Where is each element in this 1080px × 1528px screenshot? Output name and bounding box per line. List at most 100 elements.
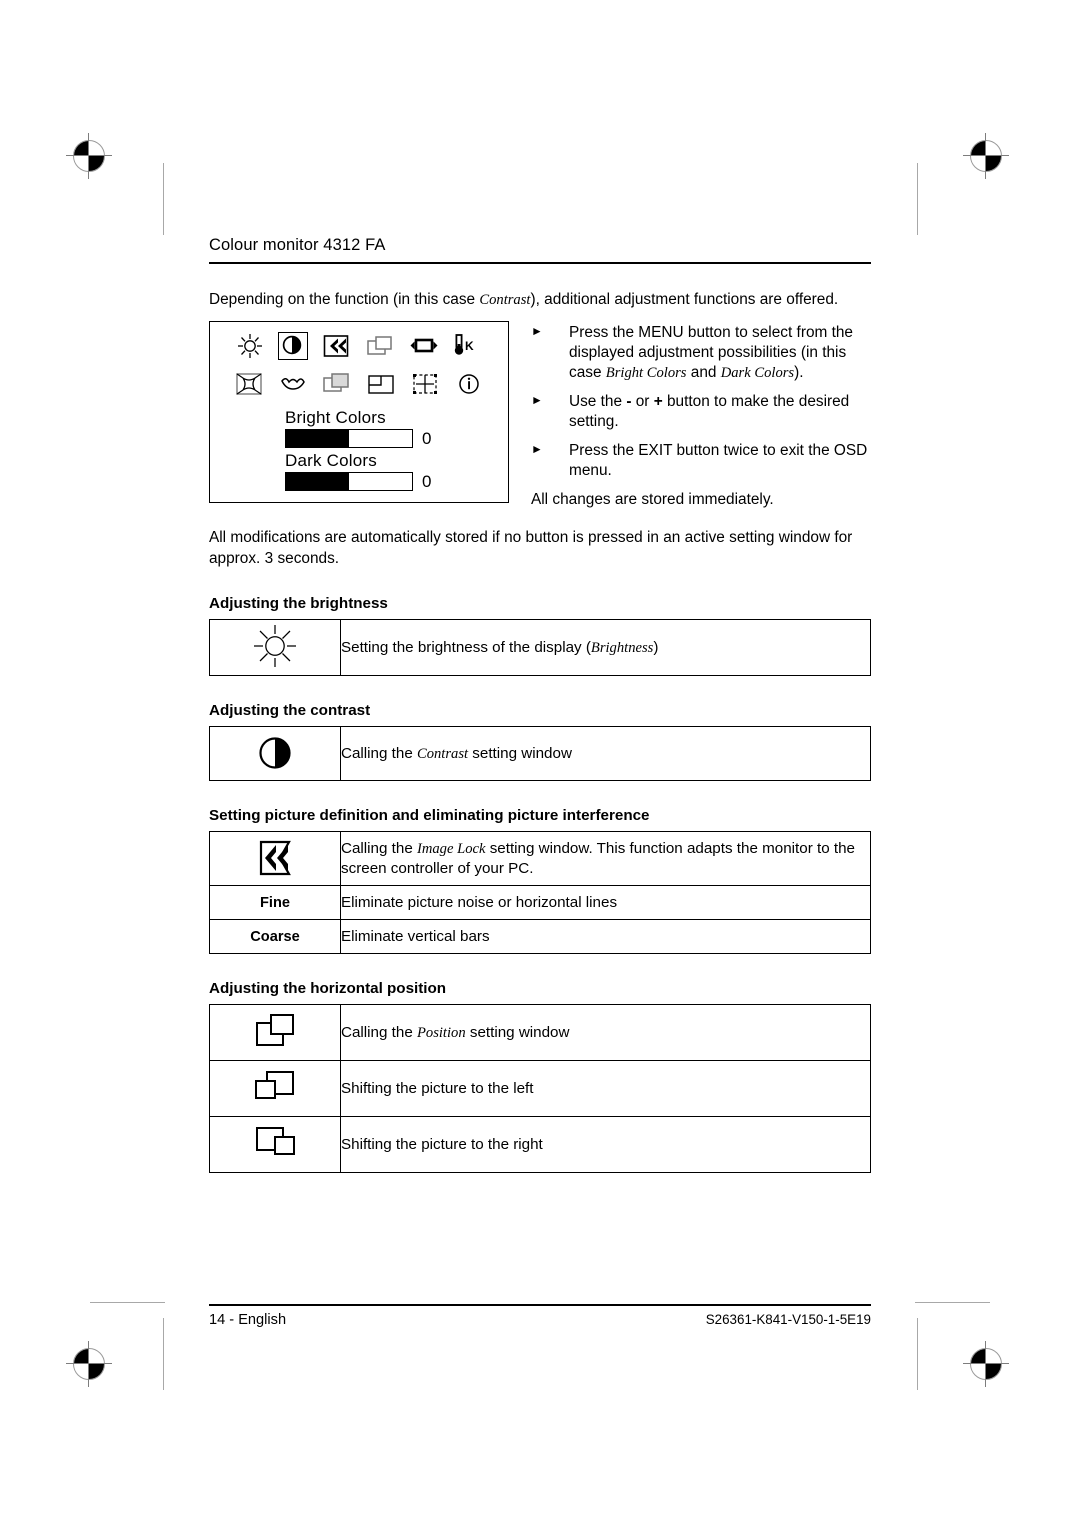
- crop-mark-left-vertical-bottom: [163, 1318, 164, 1390]
- osd-icon-row-2: [210, 365, 508, 403]
- fine-label: Fine: [209, 885, 341, 921]
- desc-segment: ): [653, 638, 659, 656]
- registration-mark-top-right: [963, 133, 1009, 179]
- coarse-label: Coarse: [209, 919, 341, 955]
- instruction-list: ► Press the MENU button to select from t…: [531, 321, 871, 510]
- bullet-italic-term: Bright Colors: [605, 365, 687, 382]
- osd-slider-item: Bright Colors 0: [285, 409, 508, 449]
- page-footer: 14 - English S26361-K841-V150-1-5E19: [209, 1306, 871, 1328]
- desc-italic-term: Brightness: [590, 639, 654, 656]
- desc-italic-term: Image Lock: [416, 840, 486, 857]
- osd-icon-row-1: K: [210, 327, 508, 365]
- osd-position-icon[interactable]: [322, 371, 352, 397]
- intro-paragraph: Depending on the function (in this case …: [209, 290, 871, 310]
- bullet-italic-term: Dark Colors: [720, 365, 795, 382]
- position-description: Calling the Position setting window: [340, 1004, 871, 1062]
- position-overlap-icon: [210, 1005, 340, 1057]
- registration-circle: [970, 1348, 1002, 1380]
- contrast-icon-cell: [209, 726, 341, 782]
- osd-slider-label: Dark Colors: [285, 450, 377, 470]
- bullet-triangle-icon: ►: [531, 442, 543, 457]
- table-row: Calling the Image Lock setting window. T…: [209, 831, 871, 887]
- table-row: Shifting the picture to the right: [209, 1116, 871, 1174]
- brightness-sun-icon[interactable]: [235, 333, 265, 359]
- list-item: ► Press the MENU button to select from t…: [531, 323, 871, 383]
- pillow-balance-icon[interactable]: [278, 371, 308, 397]
- table-row: Coarse Eliminate vertical bars: [209, 919, 871, 955]
- desc-italic-term: Position: [416, 1024, 466, 1041]
- desc-segment: Calling the: [341, 744, 417, 762]
- horizontal-size-icon[interactable]: [409, 333, 439, 359]
- crop-mark-top-left-horizontal: [90, 1302, 165, 1303]
- image-lock-chevron-icon[interactable]: [321, 333, 351, 359]
- section-heading-contrast: Adjusting the contrast: [209, 702, 371, 720]
- desc-italic-term: Contrast: [416, 745, 469, 762]
- image-lock-description: Calling the Image Lock setting window. T…: [340, 831, 871, 887]
- image-lock-icon-cell: [209, 831, 341, 887]
- convergence-icon[interactable]: [410, 371, 440, 397]
- section-heading-brightness: Adjusting the brightness: [209, 595, 388, 613]
- desc-segment: Setting the brightness of the display (: [341, 638, 591, 656]
- colour-temperature-icon[interactable]: K: [453, 333, 483, 359]
- brightness-sun-icon: [210, 620, 340, 672]
- intro-text-after: ), additional adjustment functions are o…: [530, 291, 839, 308]
- table-row: Calling the Position setting window: [209, 1004, 871, 1062]
- position-overlap-icon[interactable]: [365, 333, 395, 359]
- table-horizontal-position: Calling the Position setting window Shif…: [209, 1004, 871, 1174]
- osd-slider-group: Bright Colors 0 Dark Colors 0: [210, 409, 508, 492]
- registration-circle: [73, 1348, 105, 1380]
- shift-right-icon: [210, 1117, 340, 1169]
- page-header-title: Colour monitor 4312 FA: [209, 236, 386, 254]
- bullet-text-segment: and: [686, 364, 721, 382]
- table-contrast: Calling the Contrast setting window: [209, 726, 871, 782]
- table-brightness: Setting the brightness of the display (B…: [209, 619, 871, 677]
- list-item: ► Press the EXIT button twice to exit th…: [531, 441, 871, 481]
- contrast-half-circle-icon[interactable]: [278, 332, 308, 361]
- bright-colors-slider[interactable]: [285, 429, 413, 449]
- crop-mark-left-vertical: [163, 163, 164, 235]
- bullet-triangle-icon: ►: [531, 393, 543, 408]
- shift-left-description: Shifting the picture to the left: [340, 1060, 871, 1118]
- coarse-description: Eliminate vertical bars: [340, 919, 871, 955]
- table-image-lock: Calling the Image Lock setting window. T…: [209, 831, 871, 955]
- desc-segment: Calling the: [341, 839, 417, 857]
- section-heading-horizontal-position: Adjusting the horizontal position: [209, 980, 447, 998]
- footer-page-label: 14 - English: [209, 1312, 287, 1329]
- section-heading-picture-definition: Setting picture definition and eliminati…: [209, 807, 650, 825]
- shift-left-icon-cell: [209, 1060, 341, 1118]
- desc-segment: setting window: [468, 744, 572, 762]
- list-item: ► Use the - or + button to make the desi…: [531, 392, 871, 432]
- crop-mark-top-right-horizontal: [915, 1302, 990, 1303]
- intro-italic-term: Contrast: [479, 292, 531, 308]
- dark-colors-value: 0: [422, 471, 432, 491]
- registration-mark-bottom-left: [66, 1341, 112, 1387]
- zoom-corner-icon[interactable]: [366, 371, 396, 397]
- bullet-text-segment: ).: [794, 364, 804, 382]
- registration-circle: [73, 140, 105, 172]
- shift-right-description: Shifting the picture to the right: [340, 1116, 871, 1174]
- table-row: Calling the Contrast setting window: [209, 726, 871, 782]
- intro-text-before: Depending on the function (in this case: [209, 291, 480, 308]
- shift-right-icon-cell: [209, 1116, 341, 1174]
- brightness-sun-icon-cell: [209, 619, 341, 677]
- brightness-description: Setting the brightness of the display (B…: [340, 619, 871, 677]
- pincushion-icon[interactable]: [234, 371, 264, 397]
- position-icon-cell: [209, 1004, 341, 1062]
- bullet-text: Press the MENU button to select from the…: [569, 323, 871, 383]
- contrast-half-circle-icon: [210, 727, 340, 779]
- dark-colors-slider[interactable]: [285, 472, 413, 492]
- desc-segment: Calling the: [341, 1023, 417, 1041]
- colour-temperature-label: K: [465, 339, 474, 354]
- registration-mark-bottom-right: [963, 1341, 1009, 1387]
- image-lock-chevron-icon: [210, 832, 340, 884]
- header-rule: [209, 262, 871, 264]
- table-row: Shifting the picture to the left: [209, 1060, 871, 1118]
- registration-circle: [970, 140, 1002, 172]
- slider-fill: [286, 473, 349, 491]
- storage-paragraph: All modifications are automatically stor…: [209, 529, 853, 567]
- crop-mark-right-vertical-bottom: [917, 1318, 918, 1390]
- osd-and-instructions: K Bright Colors 0 Dark Colors 0 ► Press …: [209, 321, 871, 510]
- osd-note: All changes are stored immediately.: [531, 491, 774, 509]
- slider-fill: [286, 430, 349, 448]
- information-icon[interactable]: [454, 371, 484, 397]
